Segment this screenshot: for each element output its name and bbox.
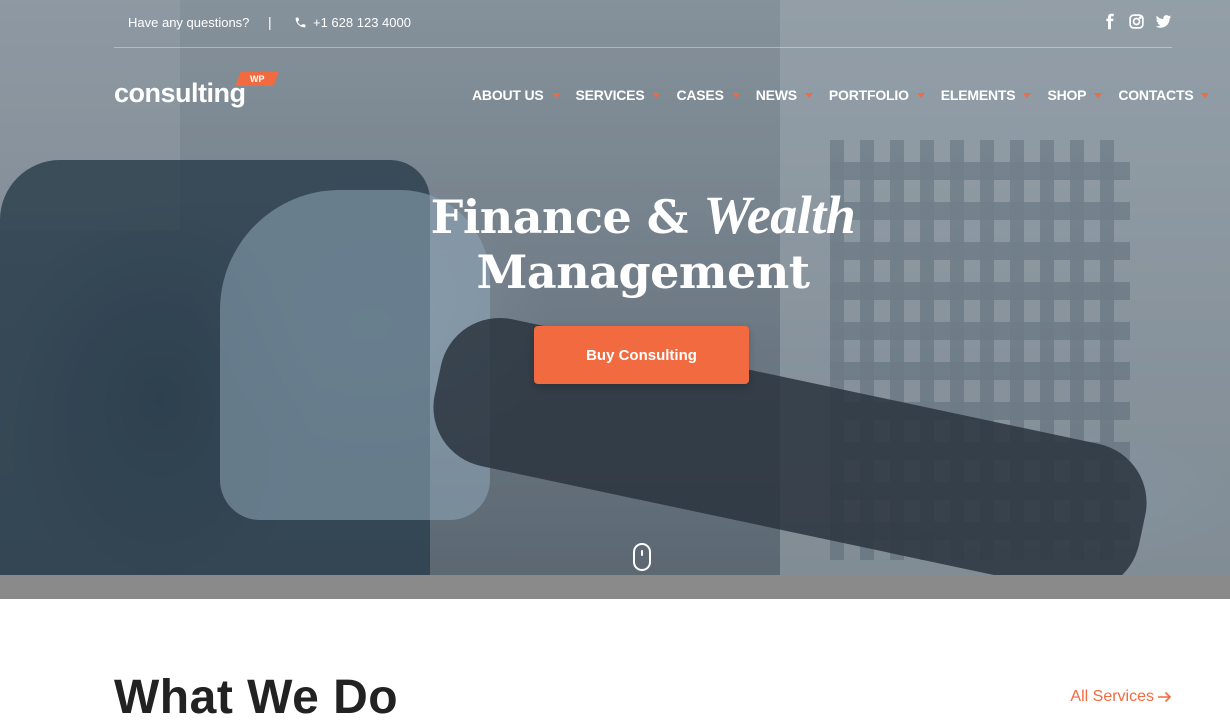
chevron-down-icon	[1094, 92, 1103, 98]
hero-banner: Have any questions? | +1 628 123 4000 co…	[0, 0, 1230, 575]
buy-consulting-button[interactable]: Buy Consulting	[534, 326, 749, 384]
chevron-down-icon	[652, 92, 661, 98]
phone-number: +1 628 123 4000	[313, 15, 411, 30]
scroll-down-mouse-icon[interactable]	[633, 543, 651, 571]
chevron-down-icon	[731, 92, 740, 98]
questions-text: Have any questions?	[128, 15, 250, 30]
nav-news[interactable]: NEWS	[756, 87, 813, 103]
instagram-icon[interactable]	[1127, 12, 1145, 30]
chevron-down-icon	[1023, 92, 1032, 98]
chevron-down-icon	[916, 92, 925, 98]
nav-about-us[interactable]: ABOUT US	[472, 87, 560, 103]
phone-contact[interactable]: +1 628 123 4000	[294, 15, 411, 30]
all-services-link[interactable]: All Services	[1070, 688, 1172, 706]
facebook-icon[interactable]	[1100, 12, 1118, 30]
top-bar: Have any questions? | +1 628 123 4000	[0, 0, 1230, 48]
nav-portfolio[interactable]: PORTFOLIO	[829, 87, 925, 103]
logo-text: consulting	[114, 78, 246, 108]
logo-badge: WP	[235, 72, 279, 86]
headline-line-1: Finance & Wealth	[430, 185, 856, 245]
site-logo[interactable]: consulting WP	[114, 72, 284, 112]
chevron-down-icon	[804, 92, 813, 98]
nav-services[interactable]: SERVICES	[576, 87, 661, 103]
main-nav: ABOUT US SERVICES CASES NEWS PORTFOLIO E…	[472, 87, 1210, 103]
chevron-down-icon	[551, 92, 560, 98]
phone-icon	[295, 17, 306, 28]
hero-bottom-strip	[0, 575, 1230, 599]
arrow-right-icon	[1158, 691, 1172, 703]
headline-italic: Wealth	[703, 185, 856, 245]
nav-elements[interactable]: ELEMENTS	[941, 87, 1032, 103]
chevron-down-icon	[1201, 92, 1210, 98]
social-links	[1100, 12, 1172, 30]
nav-shop[interactable]: SHOP	[1047, 87, 1103, 103]
twitter-icon[interactable]	[1154, 12, 1172, 30]
all-services-label: All Services	[1070, 688, 1154, 705]
headline-line-2: Management	[476, 245, 810, 299]
nav-contacts[interactable]: CONTACTS	[1118, 87, 1210, 103]
topbar-separator: |	[268, 14, 272, 30]
nav-cases[interactable]: CASES	[676, 87, 740, 103]
topbar-divider	[114, 47, 1172, 48]
hero-headline: Finance & Wealth Management	[0, 187, 1230, 299]
section-title: What We Do	[114, 671, 399, 720]
